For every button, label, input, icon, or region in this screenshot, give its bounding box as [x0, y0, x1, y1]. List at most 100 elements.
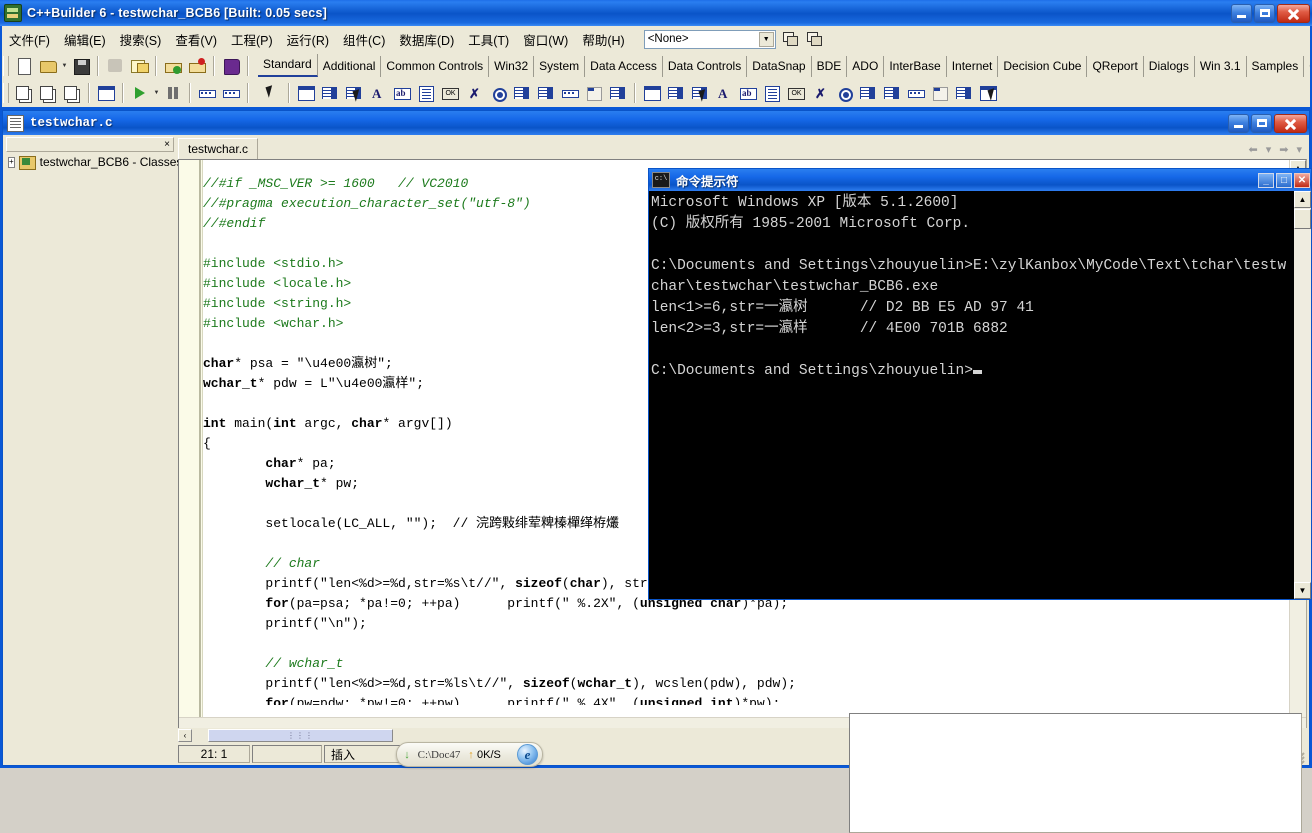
- menu-view[interactable]: 查看(V): [168, 27, 224, 52]
- palette-panel2-icon[interactable]: [977, 82, 999, 104]
- palette-popupmenu-icon[interactable]: [343, 82, 365, 104]
- palette-scrollbar-icon[interactable]: [559, 82, 581, 104]
- maximize-button[interactable]: [1254, 3, 1275, 23]
- palette-frames2-icon[interactable]: [665, 82, 687, 104]
- palette-tab-samples[interactable]: Samples: [1247, 56, 1305, 77]
- add-to-project-icon[interactable]: [162, 55, 184, 77]
- set-debug-desktop-button[interactable]: [806, 30, 824, 48]
- menu-search[interactable]: 搜索(S): [113, 27, 169, 52]
- nav-back-icon[interactable]: ⬅: [1249, 143, 1258, 156]
- menu-run[interactable]: 运行(R): [280, 27, 336, 52]
- palette-memo-icon[interactable]: [415, 82, 437, 104]
- palette-radio2-icon[interactable]: [833, 82, 855, 104]
- palette-groupbox-icon[interactable]: [583, 82, 605, 104]
- cmd-maximize-button[interactable]: □: [1276, 172, 1292, 188]
- editor-restore-button[interactable]: [1251, 113, 1272, 133]
- menu-help[interactable]: 帮助(H): [575, 27, 631, 52]
- palette-mainmenu-icon[interactable]: [319, 82, 341, 104]
- new-form-icon[interactable]: [95, 82, 117, 104]
- scroll-thumb[interactable]: ⋮⋮⋮: [208, 729, 393, 742]
- palette-tab-qreport[interactable]: QReport: [1087, 56, 1144, 77]
- cmd-scroll-up-icon[interactable]: ▲: [1294, 191, 1311, 208]
- palette-button-icon[interactable]: OK: [439, 82, 461, 104]
- menu-database[interactable]: 数据库(D): [392, 27, 461, 52]
- palette-combobox-icon[interactable]: [535, 82, 557, 104]
- message-pane[interactable]: [849, 713, 1302, 833]
- palette-tab-complus[interactable]: COM+: [1304, 56, 1310, 77]
- palette-memo2-icon[interactable]: [761, 82, 783, 104]
- open-dropdown-icon[interactable]: ▼: [60, 55, 69, 77]
- chevron-down-icon[interactable]: ▼: [758, 31, 774, 47]
- scroll-left-icon[interactable]: ‹: [178, 729, 192, 742]
- cmd-console-area[interactable]: Microsoft Windows XP [版本 5.1.2600] (C) 版…: [649, 191, 1311, 599]
- palette-pointer-icon[interactable]: [261, 82, 283, 104]
- palette-tab-win32[interactable]: Win32: [489, 56, 535, 77]
- editor-close-button[interactable]: [1274, 113, 1307, 133]
- step-over-icon[interactable]: [220, 82, 242, 104]
- command-prompt-window[interactable]: c:\ 命令提示符 _ □ ✕ Microsoft Windows XP [版本…: [648, 168, 1312, 600]
- palette-listbox2-icon[interactable]: [857, 82, 879, 104]
- palette-mainmenu2-icon[interactable]: [689, 82, 711, 104]
- trace-into-icon[interactable]: [196, 82, 218, 104]
- palette-tab-internet[interactable]: Internet: [947, 56, 999, 77]
- menu-project[interactable]: 工程(P): [224, 27, 280, 52]
- close-button[interactable]: [1277, 3, 1310, 23]
- run-icon[interactable]: [129, 82, 151, 104]
- nav-forward-dropdown-icon[interactable]: ▾: [1296, 143, 1302, 156]
- view-unit-icon[interactable]: [13, 82, 35, 104]
- cmd-close-button[interactable]: ✕: [1294, 172, 1310, 188]
- palette-tab-data-controls[interactable]: Data Controls: [663, 56, 748, 77]
- palette-tab-win31[interactable]: Win 3.1: [1195, 56, 1247, 77]
- palette-tab-standard[interactable]: Standard: [258, 54, 318, 77]
- remove-from-project-icon[interactable]: [186, 55, 208, 77]
- cmd-scroll-thumb[interactable]: [1294, 209, 1311, 229]
- open-project-icon[interactable]: [37, 55, 59, 77]
- menu-window[interactable]: 窗口(W): [516, 27, 575, 52]
- palette-combo2-icon[interactable]: [881, 82, 903, 104]
- palette-tab-common-controls[interactable]: Common Controls: [381, 56, 490, 77]
- palette-button2-icon[interactable]: OK: [785, 82, 807, 104]
- palette-tab-decision-cube[interactable]: Decision Cube: [998, 56, 1088, 77]
- pause-icon[interactable]: [162, 82, 184, 104]
- palette-radiobutton-icon[interactable]: [487, 82, 509, 104]
- toolbar-grip[interactable]: [3, 55, 9, 76]
- palette-checkbox2-icon[interactable]: ✗: [809, 82, 831, 104]
- palette-tab-bde[interactable]: BDE: [812, 56, 848, 77]
- run-dropdown-icon[interactable]: ▼: [152, 82, 161, 104]
- palette-tab-system[interactable]: System: [534, 56, 586, 77]
- palette-edit2-icon[interactable]: ab: [737, 82, 759, 104]
- palette-scrollbar2-icon[interactable]: [905, 82, 927, 104]
- cmd-vertical-scrollbar[interactable]: ▲ ▼: [1293, 191, 1311, 599]
- save-all-icon[interactable]: [104, 55, 126, 77]
- network-speed-widget[interactable]: ↓ C:\Doc47 ↑ 0K/S e: [396, 742, 543, 767]
- palette-tab-ado[interactable]: ADO: [847, 56, 885, 77]
- palette-frames-icon[interactable]: [295, 82, 317, 104]
- palette-radiogroup-icon[interactable]: [607, 82, 629, 104]
- palette-tab-additional[interactable]: Additional: [318, 56, 382, 77]
- menu-tools[interactable]: 工具(T): [461, 27, 516, 52]
- view-form-icon[interactable]: [37, 82, 59, 104]
- desktop-layout-combo[interactable]: <None> ▼: [643, 29, 776, 49]
- menu-file[interactable]: 文件(F): [2, 27, 57, 52]
- palette-listbox-icon[interactable]: [511, 82, 533, 104]
- palette-groupbox2-icon[interactable]: [929, 82, 951, 104]
- palette-tab-datasnap[interactable]: DataSnap: [747, 56, 812, 77]
- editor-minimize-button[interactable]: [1228, 113, 1249, 133]
- help-book-icon[interactable]: [220, 55, 242, 77]
- palette-checkbox-icon[interactable]: ✗: [463, 82, 485, 104]
- minimize-button[interactable]: [1231, 3, 1252, 23]
- toolbar-grip[interactable]: [3, 83, 9, 103]
- cmd-minimize-button[interactable]: _: [1258, 172, 1274, 188]
- palette-panel-icon[interactable]: [641, 82, 663, 104]
- toggle-form-unit-icon[interactable]: [61, 82, 83, 104]
- cmd-scroll-down-icon[interactable]: ▼: [1294, 582, 1311, 599]
- save-icon[interactable]: [70, 55, 92, 77]
- save-desktop-button[interactable]: [782, 30, 800, 48]
- close-icon[interactable]: ×: [161, 139, 173, 151]
- open-file-icon[interactable]: [128, 55, 150, 77]
- palette-label-icon[interactable]: A: [367, 82, 389, 104]
- new-file-icon[interactable]: [13, 55, 35, 77]
- palette-radiogroup2-icon[interactable]: [953, 82, 975, 104]
- tree-node-classes[interactable]: + testwchar_BCB6 - Classes: [6, 152, 182, 172]
- expander-icon[interactable]: +: [8, 156, 15, 168]
